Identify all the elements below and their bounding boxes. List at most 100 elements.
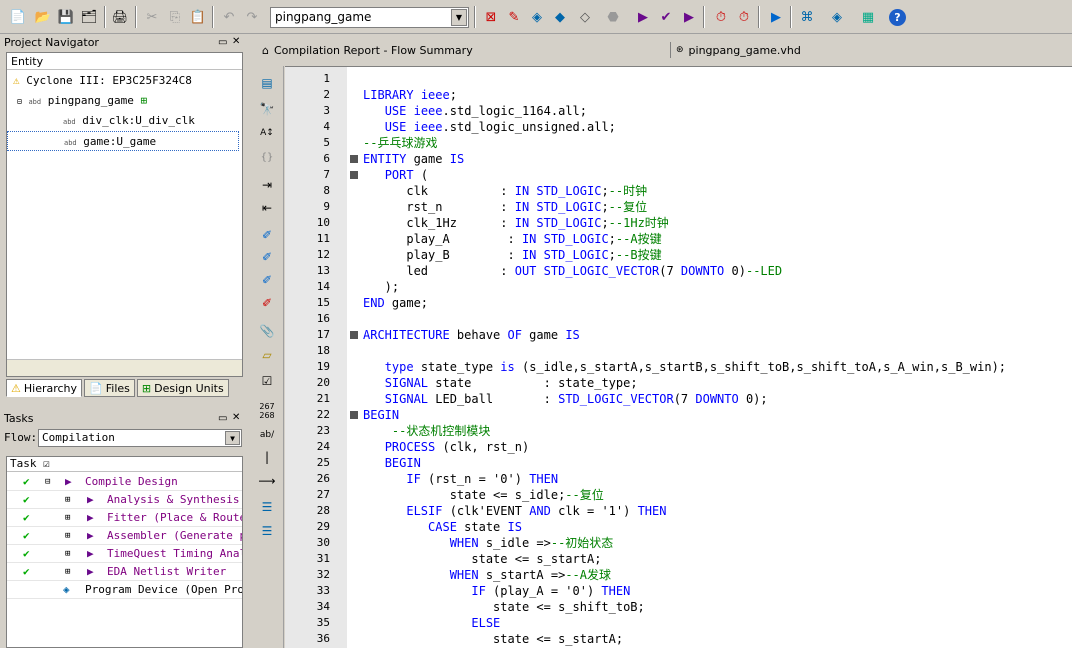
find-icon[interactable]: 🔭 <box>257 100 277 118</box>
toolbar-separator <box>135 6 137 28</box>
tab-files[interactable]: 📄 Files <box>84 379 135 397</box>
cursor-icon[interactable]: | <box>257 448 277 466</box>
device-row[interactable]: ⚠ Cyclone III: EP3C25F324C8 <box>13 71 192 91</box>
bookmark-clear-icon[interactable]: ✐ <box>257 294 277 312</box>
fold-icon[interactable] <box>350 331 358 339</box>
task-row[interactable]: ◈ Program Device (Open Progr <box>7 581 242 599</box>
float-icon[interactable]: ▭ <box>218 413 227 424</box>
task-row[interactable]: ✔ ⊞ ▶ Assembler (Generate pro <box>7 527 242 545</box>
indent-right-icon[interactable]: ⇥ <box>257 176 277 194</box>
task-row[interactable]: ✔ ⊞ ▶ EDA Netlist Writer <box>7 563 242 581</box>
save-all-icon[interactable]: 🗂 <box>79 7 99 27</box>
task-row[interactable]: ✔ ⊟ ▶ Compile Design <box>7 473 242 491</box>
expand-icon[interactable]: ⊞ <box>65 527 70 544</box>
template-icon[interactable]: ▱ <box>257 346 277 364</box>
flow-select[interactable]: Compilation ▼ <box>38 429 242 447</box>
check-syntax-icon[interactable]: ☑ <box>257 372 277 390</box>
brace-icon[interactable]: {} <box>257 148 277 166</box>
line-number-icon[interactable]: 267 268 <box>257 402 277 420</box>
help-icon[interactable]: ? <box>889 9 906 26</box>
new-icon[interactable]: 📄 <box>8 7 28 27</box>
indent-icon[interactable]: ▤ <box>257 74 277 92</box>
task-row[interactable]: ✔ ⊞ ▶ Analysis & Synthesis <box>7 491 242 509</box>
expand-icon[interactable]: ⊞ <box>65 545 70 562</box>
tree-item-div-clk[interactable]: abd div_clk:U_div_clk <box>63 111 195 131</box>
timing-icon[interactable]: ▶ <box>679 7 699 27</box>
replace-icon[interactable]: A↕ <box>257 124 277 142</box>
collapse-icon[interactable]: ⊟ <box>45 473 50 490</box>
code-line: USE ieee.std_logic_1164.all; <box>384 104 588 118</box>
assignment-editor-icon[interactable]: ◈ <box>527 7 547 27</box>
code-line: led : OUT STD_LOGIC_VECTOR(7 DOWNTO 0)--… <box>363 264 783 278</box>
code-editor[interactable]: 1 2 3 4 5 6 7 8 9 10 11 12 13 14 15 16 17 18 19 20 21 22 23 24 2… <box>285 66 1072 648</box>
settings-icon[interactable]: ◆ <box>550 7 570 27</box>
simulator-icon[interactable]: ▶ <box>766 7 786 27</box>
netlist-icon[interactable]: ◈ <box>827 7 847 27</box>
case-icon[interactable]: ab/ <box>257 426 277 444</box>
undo-icon[interactable]: ↶ <box>219 7 239 27</box>
comment-icon[interactable]: ☰ <box>257 498 277 516</box>
fold-icon[interactable] <box>350 411 358 419</box>
run-icon[interactable]: ▶ <box>87 563 94 580</box>
open-icon[interactable]: 📂 <box>33 7 53 27</box>
run-icon[interactable]: ▶ <box>87 527 94 544</box>
fitter-icon[interactable]: ⏱ <box>711 7 731 27</box>
code-line: state <= s_shift_toB; <box>363 600 645 614</box>
expand-icon[interactable]: ⊞ <box>65 563 70 580</box>
tab-compilation-report[interactable]: ⌂ Compilation Report - Flow Summary <box>262 41 473 59</box>
uncomment-icon[interactable]: ☰ <box>257 522 277 540</box>
tree-item-pingpang-game[interactable]: ⊟ abd pingpang_game ⊞ <box>17 91 147 111</box>
line-number: 15 <box>316 296 330 309</box>
fold-icon[interactable] <box>350 155 358 163</box>
start-compile-icon[interactable]: ▶ <box>633 7 653 27</box>
project-combobox[interactable]: pingpang_game ▼ <box>270 7 469 28</box>
compile-icon[interactable]: ▶ <box>65 473 72 490</box>
stop-icon[interactable]: ⬣ <box>603 7 623 27</box>
bookmark-next-icon[interactable]: ✐ <box>257 248 277 266</box>
copy-icon[interactable]: ⎘ <box>165 7 185 27</box>
run-icon[interactable]: ▶ <box>87 509 94 526</box>
timequest-icon[interactable]: ⏱ <box>734 7 754 27</box>
bookmark-prev-icon[interactable]: ✐ <box>257 271 277 289</box>
task-row[interactable]: ✔ ⊞ ▶ Fitter (Place & Route) <box>7 509 242 527</box>
paste-icon[interactable]: 📋 <box>188 7 208 27</box>
pin-planner-icon[interactable]: ✎ <box>504 7 524 27</box>
float-icon[interactable]: ▭ <box>218 37 227 48</box>
programmer-icon[interactable]: ⌘ <box>797 7 817 27</box>
attach-icon[interactable]: 📎 <box>257 322 277 340</box>
chip-icon[interactable]: ▦ <box>858 7 878 27</box>
expand-icon[interactable]: ⊟ <box>17 97 22 106</box>
fold-icon[interactable] <box>350 171 358 179</box>
indent-left-icon[interactable]: ⇤ <box>257 199 277 217</box>
bookmark-icon[interactable]: ✐ <box>257 226 277 244</box>
tab-vhd-file[interactable]: ⊛ pingpang_game.vhd <box>676 41 801 59</box>
navigator-title: Project Navigator <box>4 36 99 49</box>
chevron-down-icon[interactable]: ▼ <box>225 431 240 445</box>
chip-planner-icon[interactable]: ⊠ <box>481 7 501 27</box>
expand-icon[interactable]: ⊞ <box>65 491 70 508</box>
tab-design-units[interactable]: ⊞ Design Units <box>136 379 229 397</box>
programmer-icon[interactable]: ◈ <box>63 581 70 598</box>
chevron-down-icon[interactable]: ▼ <box>451 9 467 26</box>
print-icon[interactable]: 🖨 <box>110 7 130 27</box>
toolbar-separator <box>758 6 760 28</box>
task-row[interactable]: ✔ ⊞ ▶ TimeQuest Timing Analys <box>7 545 242 563</box>
horizontal-scrollbar[interactable] <box>7 359 242 376</box>
line-number: 17 <box>316 328 330 341</box>
run-icon[interactable]: ▶ <box>87 545 94 562</box>
tree-item-game[interactable]: abd game:U_game <box>7 131 239 151</box>
save-icon[interactable]: 💾 <box>56 7 76 27</box>
run-icon[interactable]: ▶ <box>87 491 94 508</box>
close-icon[interactable]: ✕ <box>232 412 240 423</box>
settings-icon[interactable]: ◇ <box>575 7 595 27</box>
analysis-icon[interactable]: ✔ <box>656 7 676 27</box>
tab-hierarchy[interactable]: ⚠ Hierarchy <box>6 379 83 397</box>
close-icon[interactable]: ✕ <box>232 36 240 47</box>
task-label: Assembler (Generate pro <box>107 529 242 542</box>
vhd-file-icon: ⊛ <box>676 45 684 55</box>
expand-icon[interactable]: ⊞ <box>65 509 70 526</box>
goto-icon[interactable]: ⟶ <box>257 472 277 490</box>
redo-icon[interactable]: ↷ <box>242 7 262 27</box>
line-number: 6 <box>323 152 330 165</box>
cut-icon[interactable]: ✂ <box>142 7 162 27</box>
